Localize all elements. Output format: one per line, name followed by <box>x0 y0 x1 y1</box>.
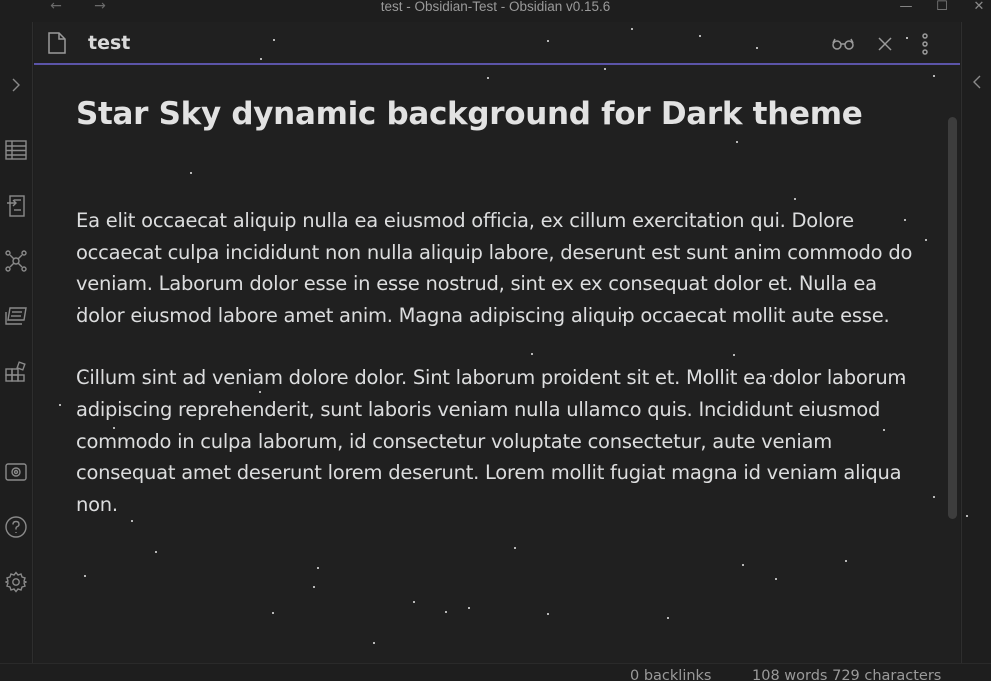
title-bar: ← → test - Obsidian-Test - Obsidian v0.1… <box>0 0 991 22</box>
tab-header: test <box>34 22 960 65</box>
maximize-icon[interactable]: ☐ <box>925 0 959 14</box>
left-ribbon <box>0 22 33 663</box>
scrollbar[interactable] <box>948 117 957 519</box>
import-icon[interactable] <box>3 193 29 219</box>
minimize-icon[interactable]: — <box>889 0 923 14</box>
paragraph: Ea elit occaecat aliquip nulla ea eiusmo… <box>76 209 913 327</box>
expand-right-sidebar-icon[interactable] <box>971 74 983 94</box>
backlinks-count[interactable]: 0 backlinks <box>630 668 712 681</box>
table-icon[interactable] <box>3 137 29 163</box>
note-content[interactable]: Star Sky dynamic background for Dark the… <box>34 67 960 663</box>
help-icon[interactable] <box>3 514 29 540</box>
note-heading: Star Sky dynamic background for Dark the… <box>76 96 863 132</box>
word-character-count: 108 words 729 characters <box>752 668 942 681</box>
expand-sidebar-icon[interactable] <box>3 72 29 98</box>
more-options-icon[interactable] <box>918 33 932 55</box>
settings-icon[interactable] <box>3 569 29 595</box>
window-title: test - Obsidian-Test - Obsidian v0.15.6 <box>380 0 611 14</box>
slides-icon[interactable] <box>3 303 29 329</box>
editor-pane: test Star Sky dynamic background for Dar… <box>34 22 960 663</box>
right-sidebar <box>961 22 991 663</box>
graph-view-icon[interactable] <box>3 248 29 274</box>
status-bar: 0 backlinks 108 words 729 characters <box>0 663 991 681</box>
vault-icon[interactable] <box>3 459 29 485</box>
file-icon <box>48 32 66 58</box>
reading-view-icon[interactable] <box>830 34 856 54</box>
close-icon[interactable] <box>876 34 894 54</box>
markdown-document: Star Sky dynamic background for Dark the… <box>76 93 916 520</box>
tab-title[interactable]: test <box>88 32 130 54</box>
close-window-icon[interactable]: ✕ <box>962 0 991 14</box>
plugins-icon[interactable] <box>3 358 29 384</box>
paragraph: Cillum sint ad veniam dolore dolor. Sint… <box>76 366 907 516</box>
